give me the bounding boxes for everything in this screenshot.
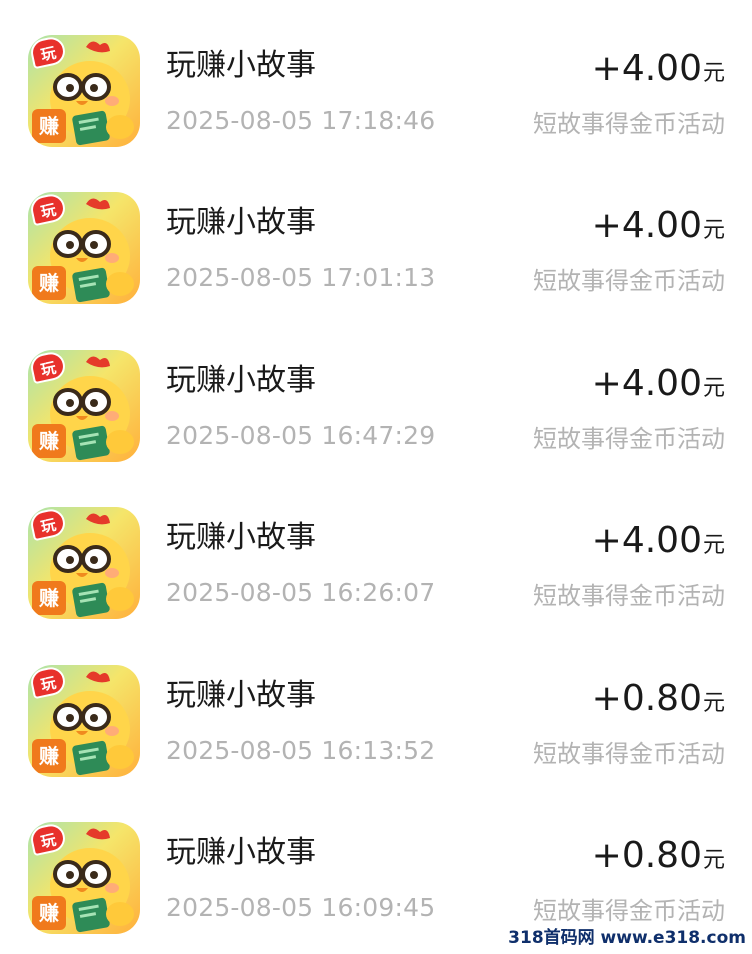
app-icon-badge-bottom: 赚 — [32, 424, 66, 458]
transaction-time: 2025-08-05 17:01:13 — [166, 263, 436, 292]
transaction-time: 2025-08-05 17:18:46 — [166, 106, 436, 135]
transaction-row[interactable]: 玩 赚 玩赚小故事 2025-08-05 17:18:46 +4.00元 短故事… — [0, 0, 752, 157]
amount-unit: 元 — [702, 376, 725, 401]
transaction-row[interactable]: 玩 赚 玩赚小故事 2025-08-05 16:47:29 +4.00元 短故事… — [0, 315, 752, 472]
transaction-title: 玩赚小故事 — [166, 520, 316, 555]
amount-unit: 元 — [702, 61, 725, 86]
transaction-description: 短故事得金币活动 — [533, 582, 725, 610]
amount-value: +4.00 — [591, 363, 702, 404]
transaction-title: 玩赚小故事 — [166, 205, 316, 240]
amount-unit: 元 — [702, 218, 725, 243]
transaction-amount: +4.00元 — [592, 205, 725, 246]
transaction-description: 短故事得金币活动 — [533, 740, 725, 768]
amount-value: +0.80 — [591, 835, 702, 876]
transaction-title: 玩赚小故事 — [166, 835, 316, 870]
app-icon-badge-bottom: 赚 — [32, 109, 66, 143]
amount-value: +0.80 — [591, 678, 702, 719]
app-icon: 玩 赚 — [28, 822, 140, 934]
transaction-row[interactable]: 玩 赚 玩赚小故事 2025-08-05 16:26:07 +4.00元 短故事… — [0, 472, 752, 629]
transaction-time: 2025-08-05 16:13:52 — [166, 736, 436, 765]
app-icon: 玩 赚 — [28, 507, 140, 619]
transaction-description: 短故事得金币活动 — [533, 267, 725, 295]
app-icon: 玩 赚 — [28, 665, 140, 777]
transaction-description: 短故事得金币活动 — [533, 110, 725, 138]
transaction-title: 玩赚小故事 — [166, 678, 316, 713]
transaction-time: 2025-08-05 16:09:45 — [166, 893, 436, 922]
transaction-amount: +0.80元 — [592, 835, 725, 876]
app-icon: 玩 赚 — [28, 35, 140, 147]
app-icon: 玩 赚 — [28, 192, 140, 304]
transaction-amount: +4.00元 — [592, 520, 725, 561]
transaction-amount: +4.00元 — [592, 48, 725, 89]
transaction-amount: +0.80元 — [592, 678, 725, 719]
site-watermark: 318首码网 www.e318.com — [508, 928, 746, 948]
amount-unit: 元 — [702, 848, 725, 873]
amount-value: +4.00 — [591, 205, 702, 246]
amount-value: +4.00 — [591, 520, 702, 561]
transaction-title: 玩赚小故事 — [166, 48, 316, 83]
app-icon-badge-bottom: 赚 — [32, 739, 66, 773]
transaction-list: 玩 赚 玩赚小故事 2025-08-05 17:18:46 +4.00元 短故事… — [0, 0, 752, 954]
app-icon-badge-bottom: 赚 — [32, 581, 66, 615]
amount-value: +4.00 — [591, 48, 702, 89]
amount-unit: 元 — [702, 691, 725, 716]
transaction-row[interactable]: 玩 赚 玩赚小故事 2025-08-05 17:01:13 +4.00元 短故事… — [0, 157, 752, 314]
transaction-amount: +4.00元 — [592, 363, 725, 404]
amount-unit: 元 — [702, 533, 725, 558]
transaction-time: 2025-08-05 16:26:07 — [166, 578, 436, 607]
transaction-row[interactable]: 玩 赚 玩赚小故事 2025-08-05 16:09:45 +0.80元 短故事… — [0, 787, 752, 944]
app-icon-badge-bottom: 赚 — [32, 896, 66, 930]
transaction-description: 短故事得金币活动 — [533, 897, 725, 925]
transaction-row[interactable]: 玩 赚 玩赚小故事 2025-08-05 16:13:52 +0.80元 短故事… — [0, 630, 752, 787]
transaction-title: 玩赚小故事 — [166, 363, 316, 398]
app-icon: 玩 赚 — [28, 350, 140, 462]
transaction-time: 2025-08-05 16:47:29 — [166, 421, 436, 450]
transaction-description: 短故事得金币活动 — [533, 425, 725, 453]
app-icon-badge-bottom: 赚 — [32, 266, 66, 300]
